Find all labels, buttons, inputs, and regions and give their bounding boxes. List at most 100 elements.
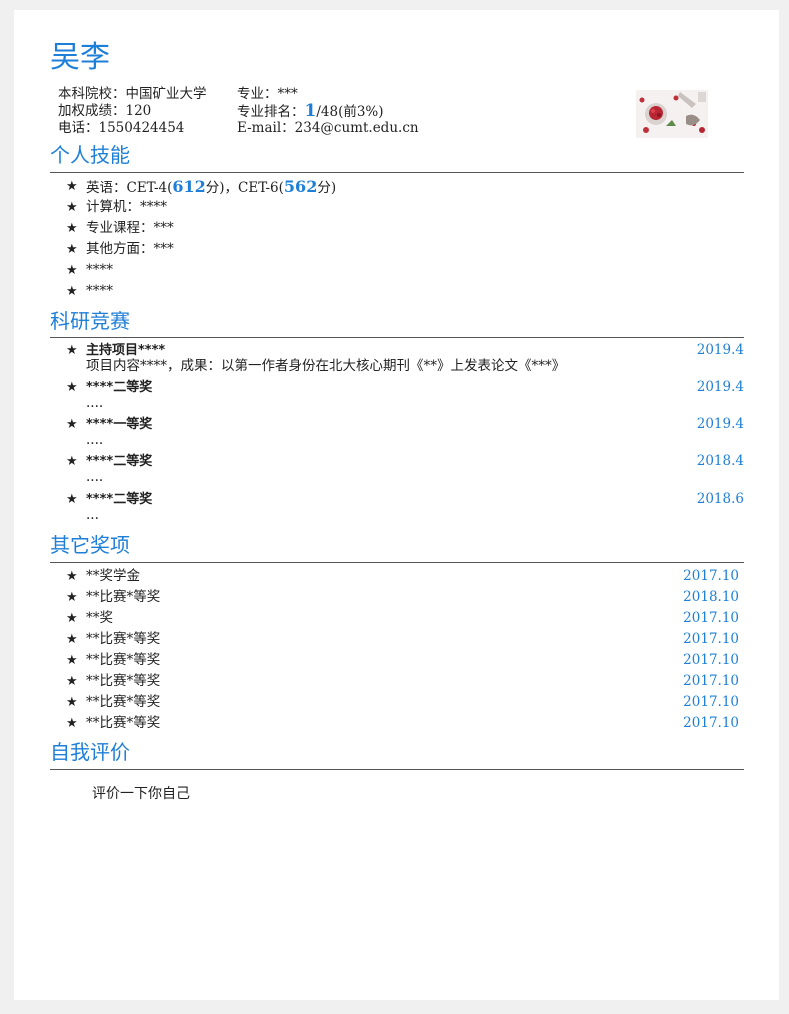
- star-icon: ★: [66, 653, 78, 668]
- skill-text: ****: [86, 283, 113, 299]
- section-divider: [50, 769, 744, 770]
- award-date: 2017.10: [683, 694, 739, 710]
- award-title: **比赛*等奖: [86, 652, 161, 668]
- rank-label: 专业排名：: [237, 103, 305, 120]
- award-date: 2017.10: [683, 610, 739, 626]
- section-title-skills: 个人技能: [50, 143, 130, 167]
- star-icon: ★: [66, 590, 78, 605]
- research-detail: ....: [86, 469, 104, 485]
- star-icon: ★: [66, 716, 78, 731]
- cet6-score: 562: [283, 177, 318, 196]
- list-item: ★ 计算机：****: [66, 197, 744, 218]
- list-item: ★ **比赛*等奖 2017.10: [66, 629, 744, 650]
- school-label: 本科院校：: [58, 86, 126, 102]
- list-item: ★ **比赛*等奖 2018.10: [66, 587, 744, 608]
- star-icon: ★: [66, 454, 78, 469]
- self-evaluation-text: 评价一下你自己: [92, 786, 190, 802]
- star-icon: ★: [66, 492, 78, 507]
- skill-text: 计算机：****: [86, 199, 167, 215]
- list-item: ★ **比赛*等奖 2017.10: [66, 692, 744, 713]
- star-icon: ★: [66, 611, 78, 626]
- school-value: 中国矿业大学: [125, 86, 207, 102]
- email-value: 234@cumt.edu.cn: [294, 120, 419, 136]
- profile-photo: [636, 90, 708, 138]
- section-title-self-evaluation: 自我评价: [50, 740, 130, 764]
- english-prefix: 英语：CET-4(: [86, 180, 173, 196]
- research-detail: 项目内容****，成果：以第一作者身份在北大核心期刊《**》上发表论文《***》: [86, 358, 566, 374]
- email-label: E-mail：: [237, 120, 295, 136]
- star-icon: ★: [66, 380, 78, 395]
- phone-value: 1550424454: [98, 120, 185, 136]
- phone-label: 电话：: [58, 120, 99, 136]
- star-icon: ★: [66, 417, 78, 432]
- personal-info: 本科院校：中国矿业大学 专业：*** 加权成绩：120 专业排名：1/48(前3…: [58, 86, 419, 137]
- star-icon: ★: [66, 263, 78, 278]
- award-title: **比赛*等奖: [86, 715, 161, 731]
- gpa-label: 加权成绩：: [58, 102, 126, 119]
- research-date: 2019.4: [696, 342, 744, 358]
- section-divider: [50, 172, 744, 173]
- section-title-research: 科研竞赛: [50, 309, 130, 333]
- list-item: ★ **奖学金 2017.10: [66, 566, 744, 587]
- award-date: 2017.10: [683, 631, 739, 647]
- cet4-score: 612: [172, 177, 206, 196]
- english-mid: 分)，CET-6(: [205, 180, 284, 196]
- award-date: 2017.10: [683, 715, 739, 731]
- award-title: **奖: [86, 610, 113, 626]
- english-suffix: 分): [317, 180, 337, 196]
- award-title: **比赛*等奖: [86, 589, 161, 605]
- research-title: ****二等奖: [86, 492, 153, 507]
- resume-page: 吴李 本科院校：中国矿业大学 专业：*** 加权成绩：120 专业排名：1/48…: [14, 10, 779, 1000]
- star-icon: ★: [66, 632, 78, 647]
- award-date: 2017.10: [683, 652, 739, 668]
- list-item: ★ ****: [66, 260, 744, 281]
- list-item: ★ 其他方面：***: [66, 239, 744, 260]
- research-detail: ....: [86, 432, 104, 448]
- research-date: 2018.6: [696, 491, 744, 507]
- list-item: ★ ****: [66, 281, 744, 302]
- skill-text: ****: [86, 262, 113, 278]
- gpa-value: 120: [125, 102, 152, 119]
- award-date: 2018.10: [683, 589, 739, 605]
- list-item: ★ **比赛*等奖 2017.10: [66, 713, 744, 734]
- star-icon: ★: [66, 674, 78, 689]
- list-item: ★ ****二等奖 2018.6 ...: [66, 491, 744, 528]
- star-icon: ★: [66, 284, 78, 299]
- list-item: ★ 英语：CET-4(612分)，CET-6(562分): [66, 176, 744, 197]
- rank-total: /48(前3%): [316, 103, 384, 120]
- skill-text: 专业课程：***: [86, 220, 174, 236]
- research-date: 2018.4: [696, 453, 744, 469]
- skills-list: ★ 英语：CET-4(612分)，CET-6(562分) ★ 计算机：**** ★…: [66, 176, 744, 302]
- section-title-awards: 其它奖项: [50, 533, 130, 557]
- star-icon: ★: [66, 695, 78, 710]
- star-icon: ★: [66, 242, 78, 257]
- research-title: 主持项目****: [86, 343, 166, 358]
- section-divider: [50, 562, 744, 563]
- award-date: 2017.10: [683, 673, 739, 689]
- rank-number: 1: [304, 100, 317, 121]
- list-item: ★ ****二等奖 2018.4 ....: [66, 453, 744, 491]
- award-title: **奖学金: [86, 568, 140, 584]
- research-title: ****二等奖: [86, 380, 153, 395]
- major-value: ***: [277, 86, 298, 102]
- star-icon: ★: [66, 569, 78, 584]
- award-title: **比赛*等奖: [86, 631, 161, 647]
- awards-list: ★ **奖学金 2017.10 ★ **比赛*等奖 2018.10 ★ **奖 2017.1…: [66, 566, 744, 734]
- research-list: ★ 主持项目**** 2019.4 项目内容****，成果：以第一作者身份在北大…: [66, 342, 744, 528]
- section-divider: [50, 337, 744, 338]
- research-title: ****一等奖: [86, 417, 153, 432]
- skill-text: 其他方面：***: [86, 241, 174, 257]
- research-date: 2019.4: [696, 379, 744, 395]
- research-detail: ...: [86, 507, 99, 523]
- star-icon: ★: [66, 200, 78, 215]
- candidate-name: 吴李: [50, 40, 110, 75]
- star-icon: ★: [66, 343, 78, 358]
- major-label: 专业：: [237, 86, 278, 102]
- award-title: **比赛*等奖: [86, 694, 161, 710]
- award-title: **比赛*等奖: [86, 673, 161, 689]
- list-item: ★ **奖 2017.10: [66, 608, 744, 629]
- star-icon: ★: [66, 221, 78, 236]
- list-item: ★ **比赛*等奖 2017.10: [66, 650, 744, 671]
- research-date: 2019.4: [696, 416, 744, 432]
- list-item: ★ **比赛*等奖 2017.10: [66, 671, 744, 692]
